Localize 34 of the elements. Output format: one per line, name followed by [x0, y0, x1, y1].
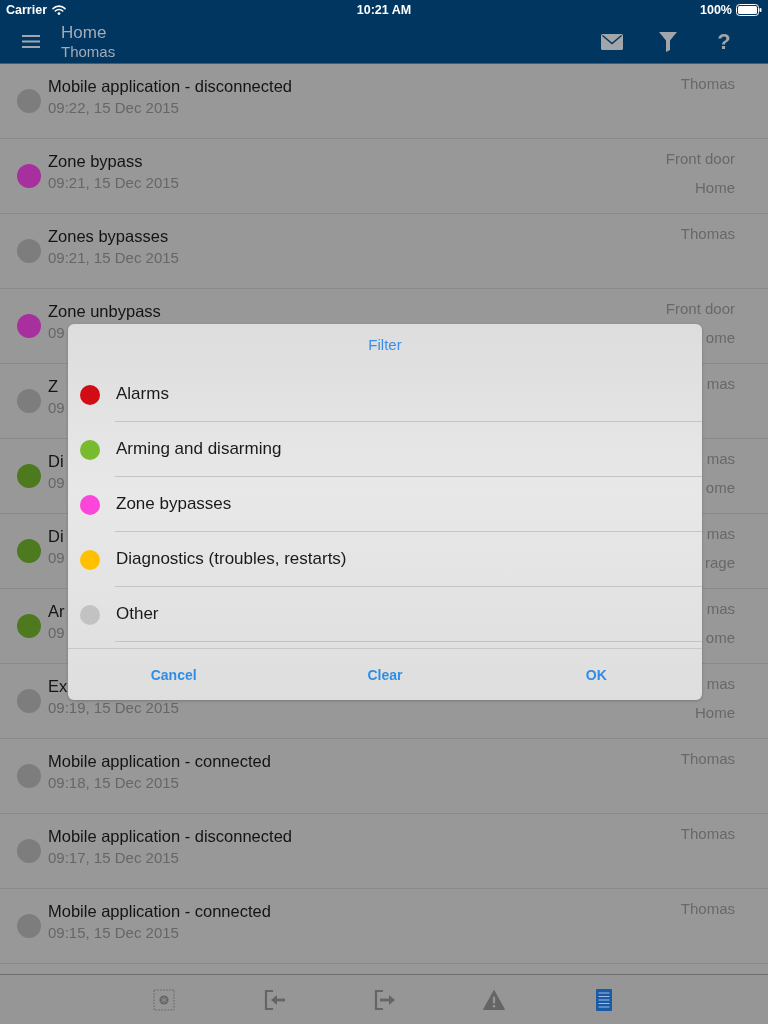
event-title: Ar [48, 601, 65, 622]
warning-icon[interactable] [483, 988, 505, 1011]
event-title: Zone bypass [48, 151, 143, 172]
event-title: Ex [48, 676, 68, 697]
event-title: Mobile application - disconnected [48, 826, 292, 847]
enter-arrow-icon[interactable] [263, 988, 285, 1011]
header-title: Home [61, 22, 107, 43]
dotted-square-icon[interactable] [153, 988, 175, 1011]
help-button[interactable]: ? [717, 29, 731, 54]
header-subtitle: Thomas [61, 42, 116, 61]
battery-icon [736, 4, 762, 16]
event-title: Zone unbypass [48, 301, 161, 322]
clock-time: 10:21 AM [356, 2, 412, 18]
menu-icon[interactable] [22, 35, 40, 48]
funnel-icon[interactable] [659, 31, 677, 52]
event-title: Mobile application - connected [48, 751, 271, 772]
event-title: Di [48, 451, 64, 472]
filter-option[interactable]: Diagnostics (troubles, restarts) [68, 532, 702, 587]
mail-icon[interactable] [601, 33, 623, 50]
filter-option[interactable]: Alarms [68, 367, 702, 422]
list-icon[interactable] [593, 988, 615, 1011]
battery-percent: 100% [700, 2, 732, 18]
filter-option[interactable]: Zone bypasses [68, 477, 702, 532]
event-title: Mobile application - connected [48, 901, 271, 922]
filter-option[interactable]: Other [68, 587, 702, 642]
carrier-name: Carrier [6, 2, 47, 18]
event-title: Di [48, 526, 64, 547]
exit-arrow-icon[interactable] [373, 988, 395, 1011]
event-title: Zones bypasses [48, 226, 169, 247]
wifi-icon [52, 5, 66, 15]
event-title: Z [48, 376, 59, 397]
dialog-title: Filter [368, 335, 402, 355]
event-title: Mobile application - disconnected [48, 76, 292, 97]
filter-option[interactable]: Arming and disarming [68, 422, 702, 477]
